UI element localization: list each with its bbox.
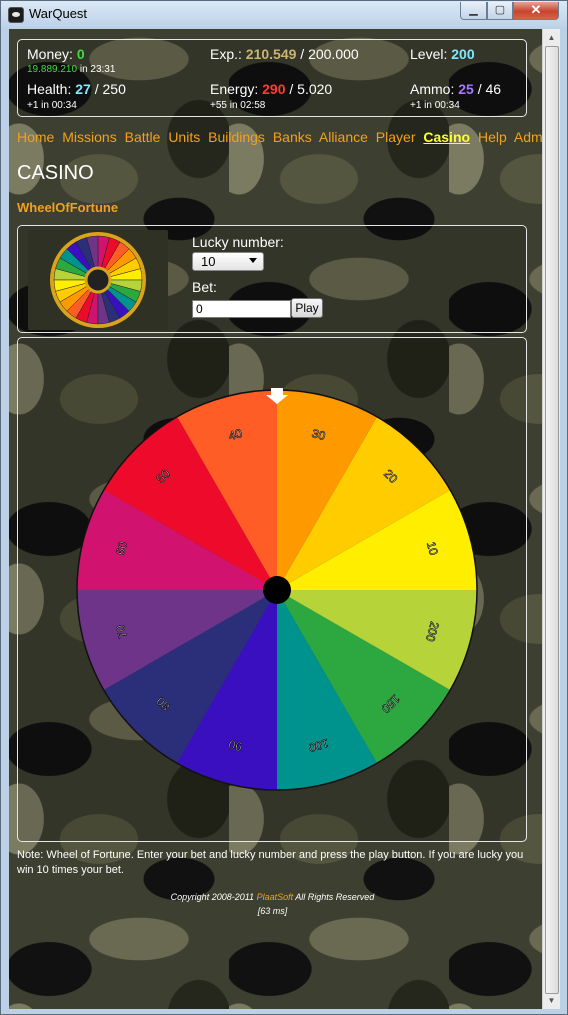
health-max: / 250 [90,81,126,97]
minimize-button[interactable]: ▁ [460,2,487,20]
money-sub-suffix: in 23:31 [77,64,116,75]
nav-item-banks[interactable]: Banks [273,129,312,145]
scroll-thumb[interactable] [545,46,559,994]
wheel-thumbnail-image [28,230,168,330]
nav-item-help[interactable]: Help [478,129,507,145]
nav-item-admin[interactable]: Admin [514,129,542,145]
wheel-panel: 10 20 30 40 50 60 70 80 90 100 150 200 [17,337,527,842]
energy-max: / 5.020 [285,81,333,97]
copyright-suffix: All Rights Reserved [293,892,375,902]
nav-item-units[interactable]: Units [168,129,200,145]
chevron-down-icon [249,258,257,263]
bet-input[interactable]: 0 [192,300,291,318]
wheel-hub [263,576,291,604]
bet-label: Bet: [192,279,217,295]
level-stat: Level: 200 [410,46,475,62]
scroll-down-icon[interactable]: ▼ [543,992,560,1009]
energy-stat: Energy: 290 / 5.020 [210,81,332,97]
exp-stat: Exp.: 210.549 / 200.000 [210,46,359,62]
health-value: 27 [75,81,91,97]
level-value: 200 [451,46,475,62]
exp-value: 210.549 [245,46,297,62]
energy-label: Energy: [210,81,259,97]
lucky-number-value: 10 [201,254,216,269]
copyright-prefix: Copyright 2008-2011 [170,892,257,902]
health-label: Health: [27,81,72,97]
energy-value: 290 [262,81,286,97]
bet-form-panel: Lucky number: 10 Bet: 0 Play [17,225,527,333]
ammo-stat: Ammo: 25 / 46 [410,81,501,97]
nav-item-missions[interactable]: Missions [62,129,116,145]
browser-window: WarQuest ▁ ▢ ✕ Money: 0 19.889.210 in 23… [0,0,568,1015]
game-title: WheelOfFortune [17,200,119,215]
level-label: Level: [410,46,448,62]
render-timing: [63 ms] [257,906,288,916]
nav-item-home[interactable]: Home [17,129,54,145]
nav-item-player[interactable]: Player [376,129,416,145]
maximize-button[interactable]: ▢ [487,2,513,20]
lucky-number-select[interactable]: 10 [192,252,264,271]
window-title: WarQuest [29,6,88,21]
nav-item-battle[interactable]: Battle [125,129,161,145]
money-value: 0 [76,46,85,62]
play-button[interactable]: Play [291,298,323,318]
ammo-label: Ammo: [410,81,455,97]
main-nav: Home Missions Battle Units Buildings Ban… [17,129,542,145]
health-stat: Health: 27 / 250 [27,81,126,97]
energy-sub: +55 in 02:58 [210,100,266,111]
title-bar[interactable]: WarQuest ▁ ▢ ✕ [1,1,567,28]
close-button[interactable]: ✕ [513,2,559,20]
ammo-sub: +1 in 00:34 [410,100,460,111]
vertical-scrollbar[interactable]: ▲ ▼ [542,29,560,1009]
exp-label: Exp.: [210,46,242,62]
money-sub-value: 19.889.210 [27,64,78,75]
exp-max: / 200.000 [296,46,359,62]
ammo-value: 25 [458,81,474,97]
wheel-of-fortune[interactable]: 102030405060708090 100150200 [18,338,528,843]
app-icon [8,7,24,23]
nav-item-alliance[interactable]: Alliance [319,129,368,145]
health-sub: +1 in 00:34 [27,100,77,111]
scroll-up-icon[interactable]: ▲ [543,29,560,46]
money-label: Money: [27,46,73,62]
money-stat: Money: 0 [27,46,85,62]
copyright-brand-link[interactable]: PlaatSoft [257,892,294,902]
lucky-number-label: Lucky number: [192,234,284,250]
copyright: Copyright 2008-2011 PlaatSoft All Rights… [9,892,536,902]
nav-item-casino[interactable]: Casino [423,129,470,145]
page-content: Money: 0 19.889.210 in 23:31 Exp.: 210.5… [9,29,542,1009]
game-note: Note: Wheel of Fortune. Enter your bet a… [17,849,524,876]
page-title: CASINO [17,162,94,184]
stats-panel: Money: 0 19.889.210 in 23:31 Exp.: 210.5… [17,39,527,117]
ammo-max: / 46 [473,81,502,97]
nav-item-buildings[interactable]: Buildings [208,129,265,145]
money-income: 19.889.210 in 23:31 [27,64,115,75]
